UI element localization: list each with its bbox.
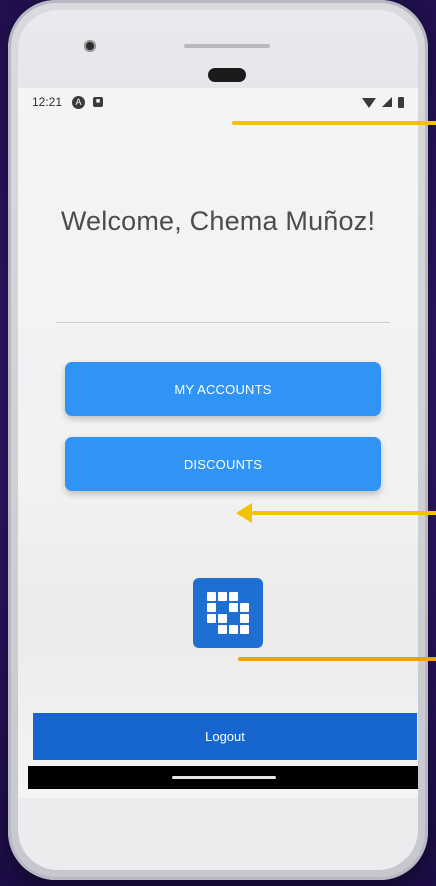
- status-left-icons: A ■: [72, 95, 104, 109]
- my-accounts-button[interactable]: MY ACCOUNTS: [65, 362, 381, 416]
- signal-icon: [382, 97, 392, 107]
- logout-button[interactable]: Logout: [33, 713, 417, 760]
- android-nav-bar: [28, 766, 418, 789]
- app-a-icon: A: [72, 95, 86, 109]
- annotation-arrow-head: [236, 503, 252, 523]
- discounts-button[interactable]: DISCOUNTS: [65, 437, 381, 491]
- annotation-arrow-1: [232, 121, 436, 125]
- brand-logo-icon: [193, 578, 263, 648]
- front-camera-icon: [84, 40, 96, 52]
- divider: [56, 322, 390, 323]
- app-b-icon: ■: [93, 97, 104, 107]
- welcome-title: Welcome, Chema Muñoz!: [60, 206, 376, 236]
- home-indicator[interactable]: [172, 776, 276, 779]
- earpiece: [208, 68, 246, 82]
- status-bar: 12:21 A ■: [18, 88, 418, 116]
- annotation-arrow-2: [252, 511, 436, 515]
- battery-icon: [398, 96, 404, 108]
- status-time: 12:21: [32, 95, 63, 109]
- annotation-arrow-3: [238, 657, 436, 661]
- top-bezel: [18, 10, 418, 100]
- app-screen: 12:21 A ■ Welcome, Chema Muñoz! MY ACCOU…: [18, 88, 418, 798]
- wifi-icon: [362, 98, 376, 108]
- status-right-icons: [362, 96, 404, 108]
- speaker-grille: [184, 44, 270, 48]
